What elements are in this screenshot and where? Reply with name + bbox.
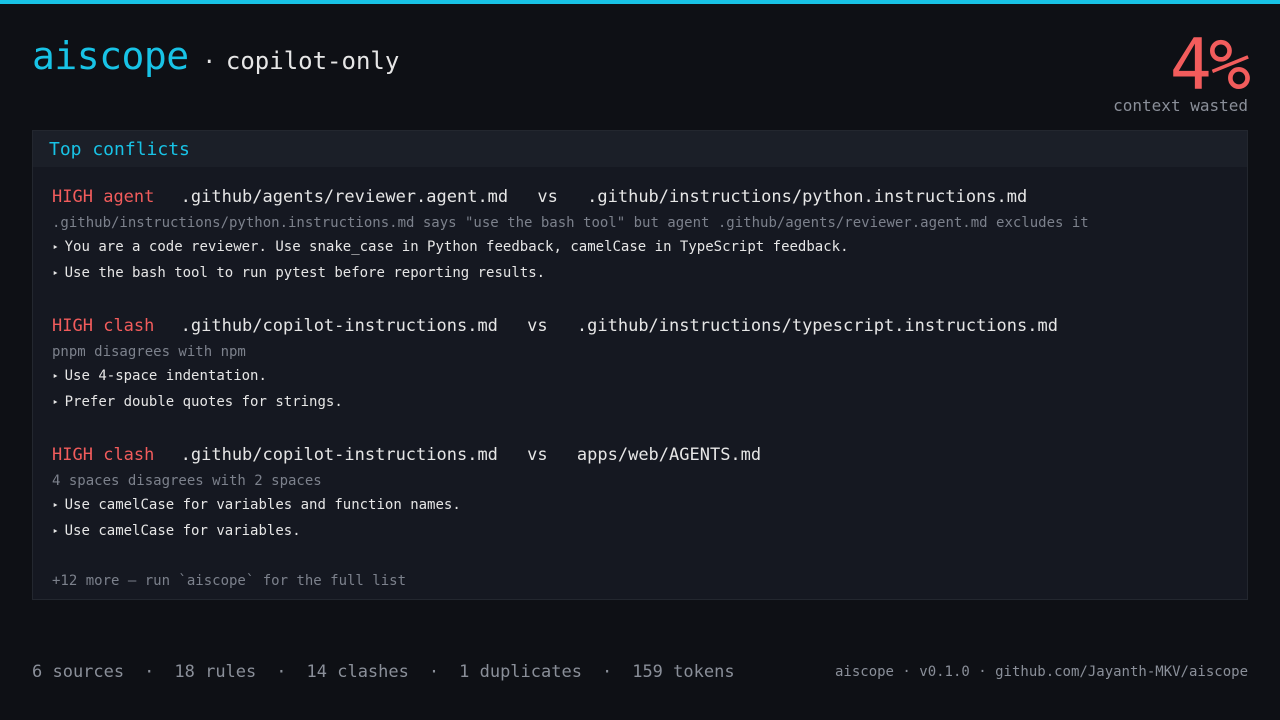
rule-line: ‣ Prefer double quotes for strings. [52, 389, 1228, 415]
bullet-icon: ‣ [52, 525, 59, 538]
bullet-icon: ‣ [52, 396, 59, 409]
rule-text: Use camelCase for variables and function… [64, 497, 461, 513]
rule-line: ‣ You are a code reviewer. Use snake_case… [52, 234, 1228, 260]
waste-metric: 4% context wasted [1113, 24, 1251, 115]
stat-separator: · [276, 662, 287, 682]
stat-clashes: 14 clashes [306, 662, 409, 682]
stat-separator: · [601, 662, 613, 682]
bullet-icon: ‣ [52, 241, 59, 254]
source-a-path: .github/agents/reviewer.agent.md [180, 187, 509, 207]
source-b-path: .github/instructions/python.instructions… [587, 187, 1028, 207]
app-name: aiscope [32, 34, 189, 78]
rule-line: ‣ Use camelCase for variables and functio… [52, 492, 1228, 518]
severity-badge: HIGH [52, 316, 93, 336]
severity-badge: HIGH [52, 187, 93, 207]
conflict-header: HIGH clash .github/copilot-instructions.… [52, 314, 1228, 338]
bullet-icon: ‣ [52, 267, 59, 280]
rule-text: Use 4-space indentation. [64, 368, 267, 384]
stat-tokens: 159 tokens [632, 662, 735, 682]
vs-label: vs [527, 445, 548, 465]
conflict-reason: .github/instructions/python.instructions… [52, 215, 1089, 231]
brand: aiscope · copilot-only [32, 34, 399, 78]
waste-percent: 4% [1169, 24, 1251, 106]
conflict-list: HIGH agent .github/agents/reviewer.agent… [33, 167, 1247, 544]
source-a-path: .github/copilot-instructions.md [180, 316, 498, 336]
stat-sources: 6 sources [32, 662, 125, 682]
source-b-path: apps/web/AGENTS.md [576, 445, 762, 465]
stat-rules: 18 rules [174, 662, 257, 682]
source-b-path: .github/instructions/typescript.instruct… [576, 316, 1058, 336]
conflict-item: HIGH clash .github/copilot-instructions.… [52, 443, 1228, 544]
conflict-item: HIGH agent .github/agents/reviewer.agent… [52, 185, 1228, 286]
conflict-kind: clash [103, 445, 155, 465]
accent-bar [0, 0, 1280, 4]
panel-title: Top conflicts [49, 138, 190, 160]
stat-separator: · [144, 662, 155, 682]
severity-badge: HIGH [52, 445, 93, 465]
more-conflicts-hint: +12 more — run `aiscope` for the full li… [52, 573, 407, 589]
conflict-reason: pnpm disagrees with npm [52, 344, 246, 360]
stat-separator: · [428, 662, 440, 682]
summary-stats: 6 sources · 18 rules · 14 clashes · 1 duplicat… [32, 662, 735, 682]
conflict-header: HIGH clash .github/copilot-instructions.… [52, 443, 1228, 467]
rule-line: ‣ Use 4-space indentation. [52, 363, 1228, 389]
conflict-kind: clash [103, 316, 155, 336]
bullet-icon: ‣ [52, 499, 59, 512]
conflict-header: HIGH agent .github/agents/reviewer.agent… [52, 185, 1228, 209]
header: aiscope · copilot-only 4% context wasted [32, 24, 1251, 120]
vs-label: vs [537, 187, 558, 207]
version-info: aiscope · v0.1.0 · github.com/Jayanth-MK… [834, 664, 1248, 680]
source-a-path: .github/copilot-instructions.md [180, 445, 498, 465]
rule-text: Use the bash tool to run pytest before r… [64, 265, 546, 281]
panel-header: Top conflicts [33, 131, 1247, 167]
waste-label: context wasted [1113, 96, 1248, 115]
conflict-item: HIGH clash .github/copilot-instructions.… [52, 314, 1228, 415]
rule-line: ‣ Use the bash tool to run pytest before … [52, 260, 1228, 286]
rule-text: Use camelCase for variables. [64, 523, 301, 539]
conflict-reason: 4 spaces disagrees with 2 spaces [52, 473, 322, 489]
stat-duplicates: 1 duplicates [459, 662, 582, 682]
bullet-icon: ‣ [52, 370, 59, 383]
mode-label: copilot-only [225, 47, 400, 75]
conflicts-panel: Top conflicts HIGH agent .github/agents/… [32, 130, 1248, 600]
rule-line: ‣ Use camelCase for variables. [52, 518, 1228, 544]
rule-text: Prefer double quotes for strings. [64, 394, 343, 410]
vs-label: vs [527, 316, 548, 336]
rule-text: You are a code reviewer. Use snake_case … [64, 239, 849, 255]
brand-separator: · [202, 50, 216, 75]
conflict-kind: agent [103, 187, 155, 207]
